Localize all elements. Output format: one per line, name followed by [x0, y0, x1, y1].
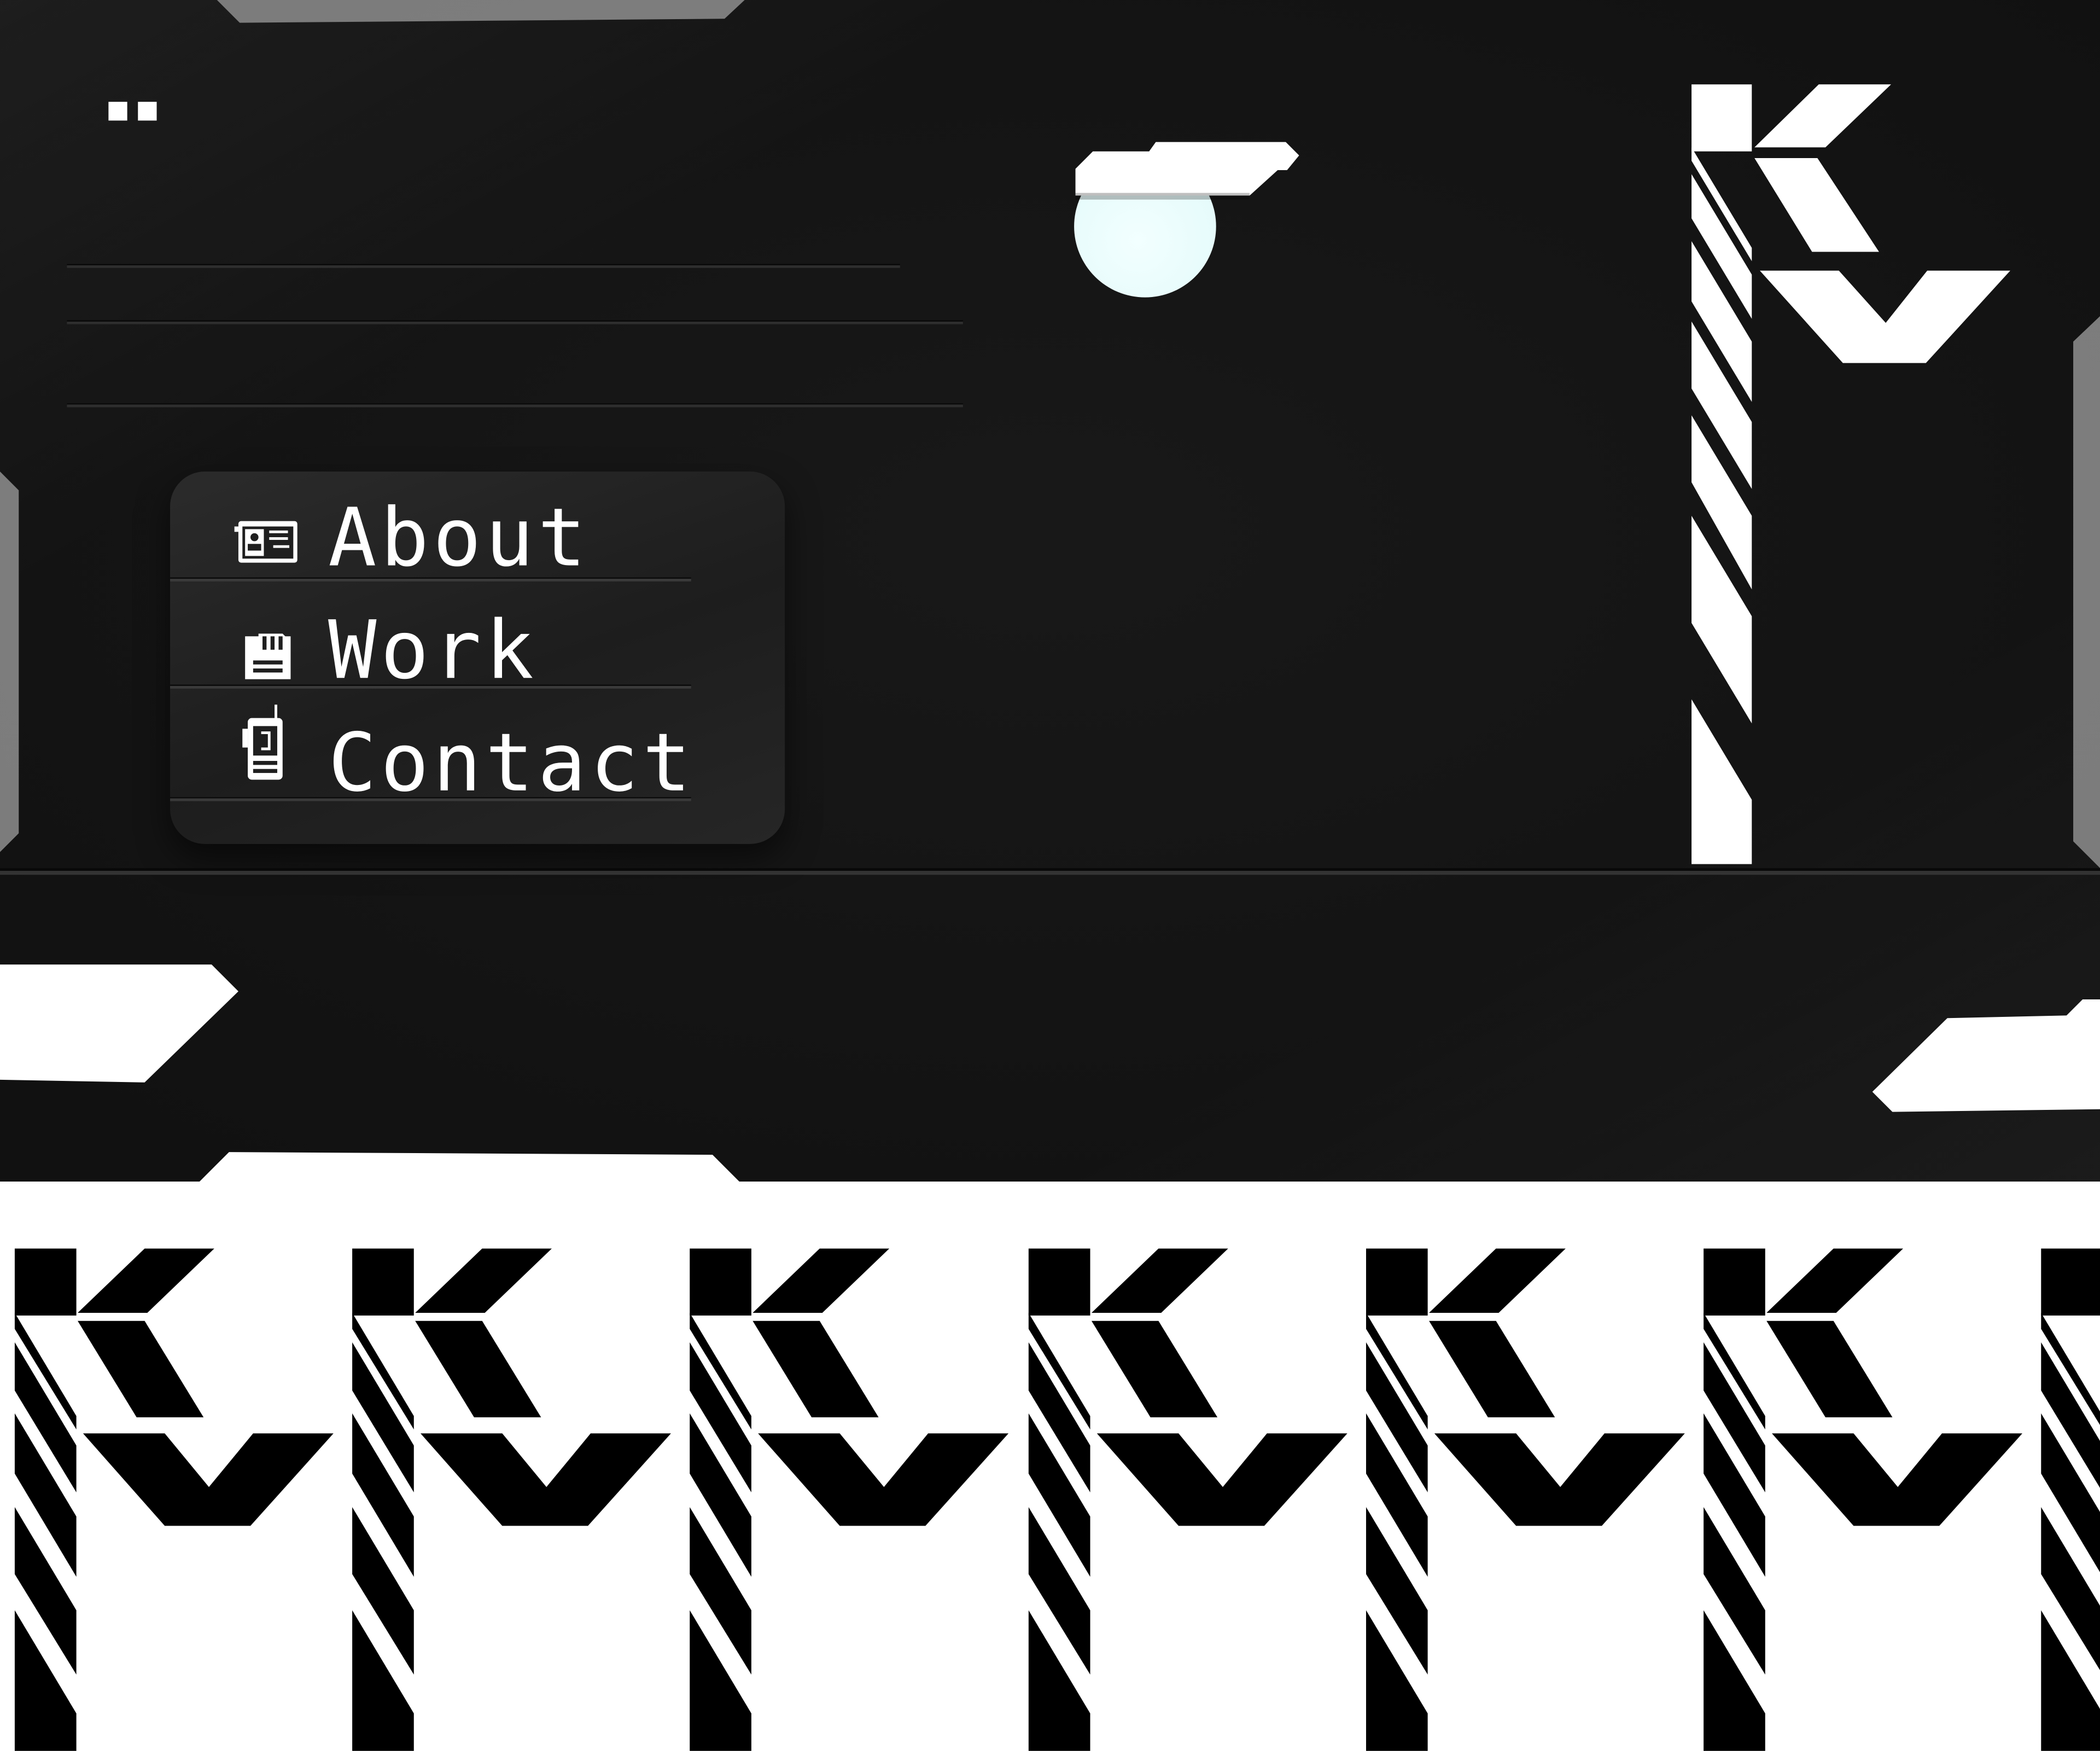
- id-card-icon: [234, 521, 298, 563]
- divider-line: [67, 264, 900, 268]
- menu-item-contact[interactable]: Contact: [170, 691, 785, 811]
- panel-divider: [0, 868, 2100, 875]
- menu-item-label: Work: [328, 604, 538, 698]
- kv-logo: [1691, 84, 2010, 864]
- menu-toggle-icon[interactable]: [99, 89, 182, 137]
- main-menu: About Work Contact: [170, 472, 785, 844]
- menu-item-about[interactable]: About: [170, 472, 785, 581]
- menu-item-label: About: [328, 491, 591, 586]
- header-tab-shape: [1075, 142, 1299, 200]
- menu-item-work[interactable]: Work: [170, 579, 785, 698]
- divider-line: [67, 403, 963, 408]
- menu-item-label: Contact: [328, 717, 695, 811]
- bottom-tab-cutout: [199, 1152, 739, 1182]
- kv-pattern-strip: [14, 1248, 2100, 1751]
- divider-line: [67, 320, 963, 324]
- walkie-talkie-icon: [242, 705, 283, 780]
